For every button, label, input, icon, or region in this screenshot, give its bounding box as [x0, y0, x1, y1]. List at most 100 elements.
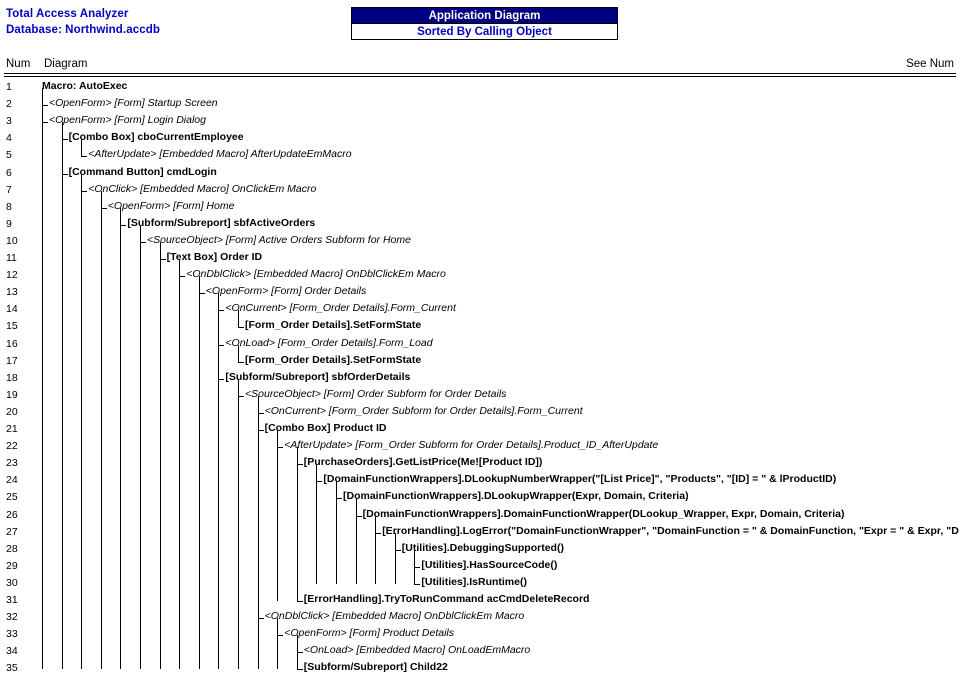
- row-label: <OnLoad> [Embedded Macro] OnLoadEmMacro: [303, 644, 531, 657]
- tree-branch: [61, 139, 68, 141]
- row-label: [DomainFunctionWrappers].DLookupWrapper(…: [343, 490, 689, 503]
- row-number: 11: [6, 252, 17, 264]
- diagram-row: 20 <OnCurrent> [Form_Order Subform for Or…: [0, 404, 960, 421]
- row-label: [Form_Order Details].SetFormState: [245, 353, 422, 366]
- row-number: 2: [6, 98, 12, 111]
- row-label: [Combo Box] Product ID: [264, 422, 387, 434]
- row-number: 23: [6, 457, 18, 470]
- row-label: [Utilities].DebuggingSupported(): [401, 541, 564, 554]
- row-number: 26: [6, 508, 18, 521]
- diagram-row: 10 <SourceObject> [Form] Active Orders Su…: [0, 233, 960, 250]
- row-number: 20: [6, 405, 18, 418]
- row-label: <SourceObject> [Form] Order Subform for …: [245, 387, 507, 400]
- diagram-row: 23 [PurchaseOrders].GetListPrice(Me![Prod…: [0, 455, 960, 472]
- row-number: 6: [6, 166, 12, 179]
- tree-branch: [42, 122, 48, 124]
- row-label: [PurchaseOrders].GetListPrice(Me![Produc…: [303, 456, 543, 469]
- diagram-row: 34 <OnLoad> [Embedded Macro] OnLoadEmMacr…: [0, 643, 960, 660]
- diagram-row: 6 [Command Button] cmdLogin: [0, 165, 960, 182]
- diagram-row: 15 [Form_Order Details].SetFormState: [0, 318, 960, 335]
- tree-branch: [159, 259, 166, 260]
- column-header-diagram: Diagram: [44, 58, 88, 70]
- diagram-row: 5 <AfterUpdate> [Embedded Macro] AfterUpd…: [0, 147, 960, 164]
- row-number: 8: [6, 200, 12, 213]
- row-number: 21: [6, 423, 18, 435]
- diagram-row: 16 <OnLoad> [Form_Order Details].Form_Loa…: [0, 336, 960, 353]
- diagram-row: 35 [Subform/Subreport] Child22: [0, 660, 960, 675]
- diagram-row: 27 [ErrorHandling].LogError("DomainFuncti…: [0, 524, 960, 541]
- tree-branch: [296, 601, 303, 602]
- row-number: 9: [6, 217, 12, 230]
- row-number: 29: [6, 559, 18, 572]
- tree-branch: [81, 190, 88, 192]
- row-number: 13: [6, 286, 18, 299]
- row-label: [Utilities].HasSourceCode(): [421, 558, 558, 571]
- diagram-row: 11 [Text Box] Order ID: [0, 250, 960, 267]
- tree-branch: [414, 566, 421, 568]
- row-label: [Subform/Subreport] sbfOrderDetails: [225, 370, 411, 383]
- tree-branch: [140, 241, 146, 243]
- diagram-row: 19 <SourceObject> [Form] Order Subform fo…: [0, 387, 960, 404]
- diagram-row: 28 [Utilities].DebuggingSupported(): [0, 541, 960, 558]
- row-label: [Form_Order Details].SetFormState: [245, 319, 422, 332]
- diagram-row: 7 <OnClick> [Embedded Macro] OnClickEm Ma…: [0, 182, 960, 199]
- row-label: [Text Box] Order ID: [166, 251, 263, 263]
- row-label: <AfterUpdate> [Embedded Macro] AfterUpda…: [88, 148, 352, 161]
- tree-branch: [218, 310, 225, 312]
- report-header: Total Access Analyzer Database: Northwin…: [0, 0, 960, 48]
- row-number: 10: [6, 234, 18, 247]
- tree-branch: [296, 464, 303, 466]
- row-number: 3: [6, 115, 12, 128]
- row-number: 34: [6, 645, 18, 658]
- tree-branch: [42, 105, 48, 107]
- row-number: 16: [6, 337, 18, 350]
- tree-branch: [257, 430, 264, 431]
- row-number: 4: [6, 132, 12, 145]
- diagram-row: 24 [DomainFunctionWrappers].DLookupNumber…: [0, 472, 960, 489]
- row-number: 31: [6, 594, 18, 606]
- row-number: 33: [6, 628, 18, 641]
- row-label: Macro: AutoExec: [42, 80, 128, 92]
- tree-branch: [257, 412, 264, 414]
- diagram-row: 33 <OpenForm> [Form] Product Details: [0, 626, 960, 643]
- row-label: [ErrorHandling].LogError("DomainFunction…: [382, 524, 959, 537]
- tree-branch: [316, 481, 323, 483]
- diagram-row: 30 [Utilities].IsRuntime(): [0, 575, 960, 592]
- row-label: <OnLoad> [Form_Order Details].Form_Load: [225, 336, 433, 349]
- diagram-row: 3 <OpenForm> [Form] Login Dialog: [0, 113, 960, 130]
- row-number: 18: [6, 371, 18, 384]
- diagram-row: 22 <AfterUpdate> [Form_Order Subform for …: [0, 438, 960, 455]
- diagram-row: 13 <OpenForm> [Form] Order Details: [0, 284, 960, 301]
- row-number: 32: [6, 611, 18, 624]
- row-number: 30: [6, 576, 18, 589]
- product-name: Total Access Analyzer: [6, 8, 129, 20]
- diagram-rows: 1 Macro: AutoExec 2 <OpenForm> [Form] Start…: [0, 79, 960, 675]
- row-label: <SourceObject> [Form] Active Orders Subf…: [147, 233, 411, 246]
- row-number: 7: [6, 183, 12, 196]
- row-label: [Command Button] cmdLogin: [68, 165, 217, 178]
- row-label: [Utilities].IsRuntime(): [421, 575, 527, 588]
- diagram-row: 25 [DomainFunctionWrappers].DLookupWrappe…: [0, 489, 960, 506]
- row-number: 22: [6, 440, 18, 453]
- row-label: <OpenForm> [Form] Product Details: [284, 627, 454, 640]
- diagram-row: 14 <OnCurrent> [Form_Order Details].Form_…: [0, 301, 960, 318]
- row-label: <OnClick> [Embedded Macro] OnClickEm Mac…: [88, 182, 317, 195]
- diagram-row: 32 <OnDblClick> [Embedded Macro] OnDblCli…: [0, 609, 960, 626]
- row-label: <OpenForm> [Form] Startup Screen: [49, 97, 218, 110]
- row-label: <OnCurrent> [Form_Order Details].Form_Cu…: [225, 302, 456, 315]
- tree-branch: [296, 652, 303, 654]
- row-number: 28: [6, 542, 18, 555]
- report-title: Application Diagram: [351, 7, 618, 24]
- column-header-num: Num: [6, 58, 31, 70]
- row-label: <OpenForm> [Form] Login Dialog: [49, 114, 206, 127]
- row-label: [Subform/Subreport] sbfActiveOrders: [127, 216, 316, 229]
- row-number: 1: [6, 81, 12, 93]
- row-number: 14: [6, 303, 18, 316]
- tree-branch: [375, 532, 382, 534]
- diagram-row: 17 [Form_Order Details].SetFormState: [0, 353, 960, 370]
- tree-branch: [218, 344, 225, 346]
- row-label: [Combo Box] cboCurrentEmployee: [68, 131, 244, 144]
- row-label: [Subform/Subreport] Child22: [303, 661, 448, 674]
- row-label: <OnDblClick> [Embedded Macro] OnDblClick…: [186, 268, 446, 281]
- tree-branch: [238, 327, 244, 329]
